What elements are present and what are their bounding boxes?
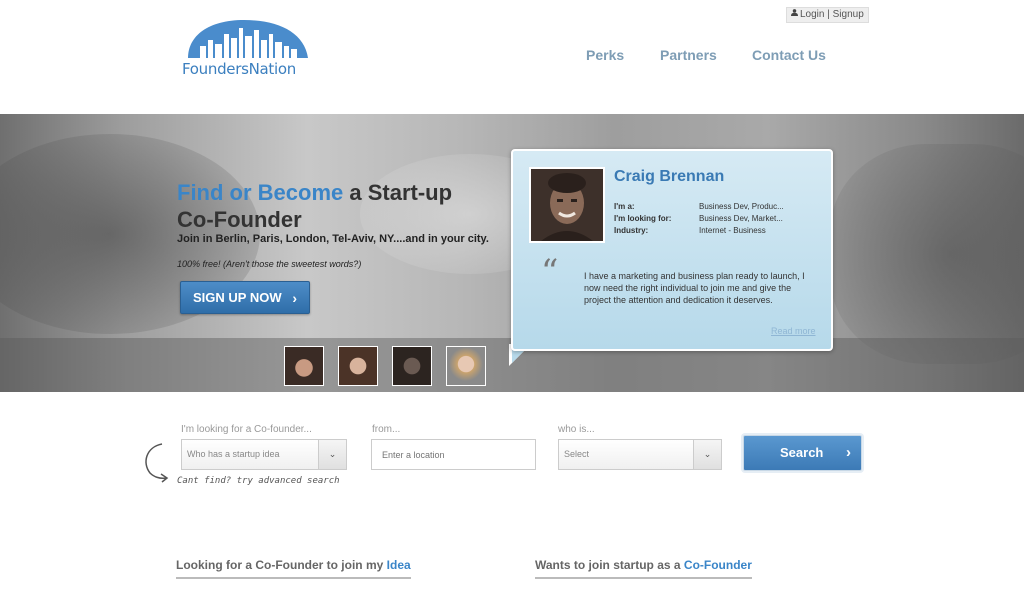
chevron-right-icon: › xyxy=(292,290,297,306)
chevron-down-icon: ⌄ xyxy=(318,440,346,469)
hero-banner: Find or Become a Start-up Co-Founder Joi… xyxy=(0,114,1024,392)
profile-photo xyxy=(531,169,603,241)
who-is-label: who is... xyxy=(558,424,595,435)
curved-arrow-icon xyxy=(145,443,169,483)
nav-contact-us[interactable]: Contact Us xyxy=(752,47,826,63)
headline-rest: a Start-up xyxy=(343,180,453,205)
profile-row-key: Industry: xyxy=(614,226,649,235)
cofounder-type-value: Who has a startup idea xyxy=(187,449,280,459)
founders-nation-logo[interactable]: FoundersNation xyxy=(182,18,322,80)
free-note: 100% free! (Aren't those the sweetest wo… xyxy=(177,259,362,269)
member-thumbnail[interactable] xyxy=(392,346,432,386)
background-blur xyxy=(830,144,1024,364)
nav-partners[interactable]: Partners xyxy=(660,47,717,63)
site-header: FoundersNation Login | Signup Perks Part… xyxy=(0,0,1024,114)
member-thumbnail[interactable] xyxy=(338,346,378,386)
logo-text: FoundersNation xyxy=(182,60,296,78)
idea-section-prefix: Looking for a Co-Founder to join my xyxy=(176,558,387,572)
headline-highlight: Find or Become xyxy=(177,180,344,205)
chevron-down-icon: ⌄ xyxy=(693,440,721,469)
hero-headline: Find or Become a Start-up Co-Founder xyxy=(177,179,452,233)
profile-row-value: Business Dev, Produc... xyxy=(699,202,784,211)
advanced-search-link[interactable]: Cant find? try advanced search xyxy=(177,476,340,486)
profile-row-key: I'm looking for: xyxy=(614,214,672,223)
read-more-link[interactable]: Read more xyxy=(771,326,816,336)
from-label: from... xyxy=(372,424,401,435)
user-icon xyxy=(791,9,798,16)
profile-quote: I have a marketing and business plan rea… xyxy=(584,271,805,305)
search-button-label: Search xyxy=(780,445,824,460)
cofounder-section-highlight: Co-Founder xyxy=(683,558,752,572)
nav-perks[interactable]: Perks xyxy=(586,47,624,63)
search-button[interactable]: Search › xyxy=(743,435,862,471)
profile-row-key: I'm a: xyxy=(614,202,635,211)
hero-subtitle: Join in Berlin, Paris, London, Tel-Aviv,… xyxy=(177,233,489,245)
member-thumbnail[interactable] xyxy=(284,346,324,386)
chevron-right-icon: › xyxy=(846,444,851,461)
profile-row-value: Internet - Business xyxy=(699,226,766,235)
login-signup-link[interactable]: Login | Signup xyxy=(786,7,869,23)
who-is-select[interactable]: Select ⌄ xyxy=(558,439,722,470)
idea-section-highlight: Idea xyxy=(386,558,411,572)
featured-profile-card: Craig Brennan I'm a: Business Dev, Produ… xyxy=(511,149,833,351)
member-thumbnail[interactable] xyxy=(446,346,486,386)
city-skyline-icon xyxy=(188,20,308,58)
headline-line2: Co-Founder xyxy=(177,207,302,232)
location-input[interactable] xyxy=(371,439,536,470)
profile-row-value: Business Dev, Market... xyxy=(699,214,783,223)
profile-name[interactable]: Craig Brennan xyxy=(614,168,724,186)
idea-section-title: Looking for a Co-Founder to join my Idea xyxy=(176,558,411,579)
cofounder-section-title: Wants to join startup as a Co-Founder xyxy=(535,558,752,579)
quote-mark-icon: “ xyxy=(541,252,559,292)
cofounder-section-prefix: Wants to join startup as a xyxy=(535,558,684,572)
who-is-value: Select xyxy=(564,449,590,459)
cofounder-type-select[interactable]: Who has a startup idea ⌄ xyxy=(181,439,347,470)
looking-for-label: I'm looking for a Co-founder... xyxy=(181,424,312,435)
profile-avatar[interactable] xyxy=(529,167,605,243)
login-signup-label: Login | Signup xyxy=(800,9,864,20)
sign-up-label: SIGN UP NOW xyxy=(193,290,282,305)
sign-up-now-button[interactable]: SIGN UP NOW › xyxy=(180,281,310,314)
